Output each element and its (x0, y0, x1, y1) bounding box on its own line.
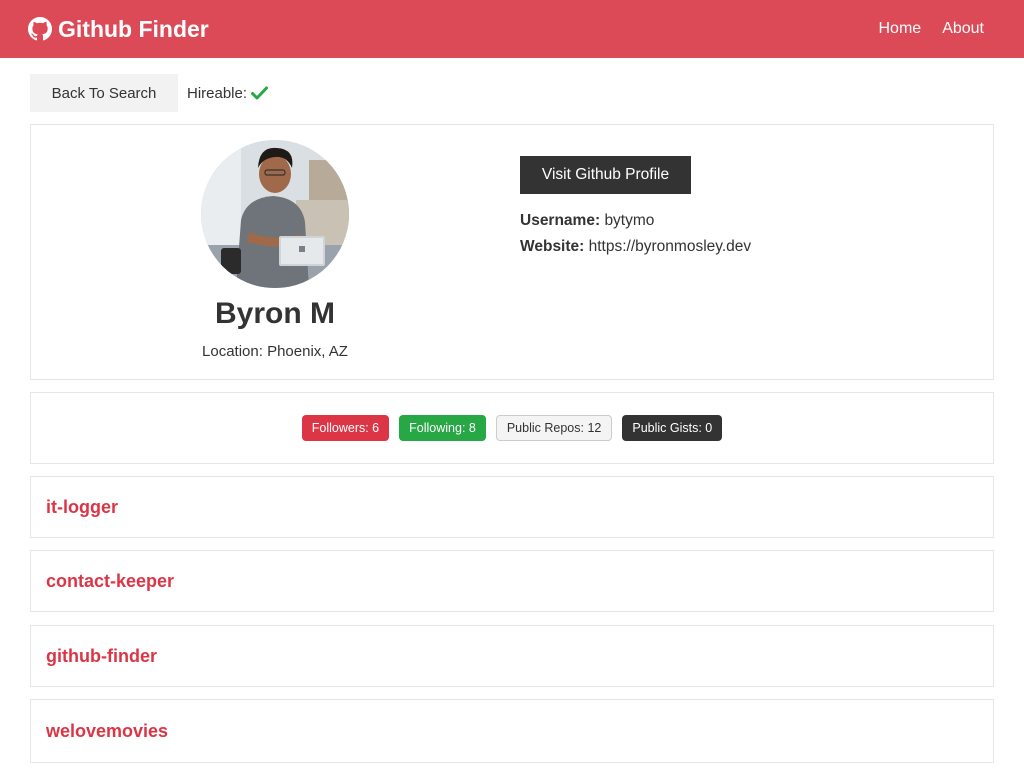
profile-name: Byron M (215, 297, 335, 330)
repo-link[interactable]: it-logger (46, 497, 118, 518)
repo-card: welovemovies (30, 699, 994, 763)
nav-link-home[interactable]: Home (879, 20, 922, 38)
stats-card: Followers: 6 Following: 8 Public Repos: … (30, 392, 994, 464)
hireable-status: Hireable: (187, 84, 269, 102)
website-value: https://byronmosley.dev (588, 238, 752, 255)
app-title: Github Finder (58, 15, 209, 42)
public-repos-badge: Public Repos: 12 (495, 415, 613, 441)
brand[interactable]: Github Finder (28, 16, 209, 43)
repo-link[interactable]: welovemovies (46, 721, 168, 742)
back-to-search-button[interactable]: Back To Search (30, 74, 178, 112)
following-badge: Following: 8 (399, 415, 486, 441)
profile-card: Byron M Location: Phoenix, AZ Visit Gith… (30, 124, 994, 380)
username-line: Username: bytymo (520, 212, 654, 230)
check-icon (251, 86, 269, 100)
github-icon (28, 17, 52, 41)
followers-badge: Followers: 6 (301, 415, 390, 441)
nav-link-about[interactable]: About (942, 20, 984, 38)
website-label: Website: (520, 238, 585, 255)
website-line: Website: https://byronmosley.dev (520, 238, 751, 256)
repo-card: contact-keeper (30, 550, 994, 612)
username-value: bytymo (604, 212, 655, 229)
repo-link[interactable]: contact-keeper (46, 571, 174, 592)
hireable-label: Hireable: (187, 84, 248, 102)
repo-card: it-logger (30, 476, 994, 538)
toolbar: Back To Search Hireable: (30, 74, 269, 112)
public-gists-badge: Public Gists: 0 (622, 415, 723, 441)
visit-github-profile-button[interactable]: Visit Github Profile (520, 156, 691, 194)
username-label: Username: (520, 212, 601, 229)
profile-location: Location: Phoenix, AZ (202, 343, 348, 360)
repo-link[interactable]: github-finder (46, 646, 157, 667)
nav-links: Home About (879, 20, 985, 38)
avatar (201, 140, 349, 288)
repo-card: github-finder (30, 625, 994, 687)
navbar: Github Finder Home About (0, 0, 1024, 58)
